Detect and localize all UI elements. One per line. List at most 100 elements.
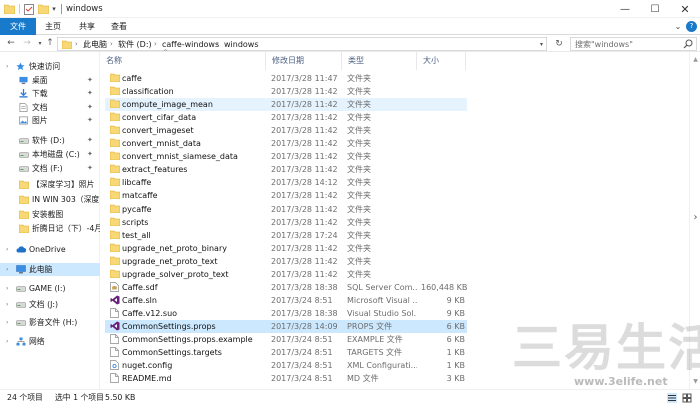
sidebar-item-10[interactable]: 安装截图 [0, 208, 100, 221]
file-row[interactable]: classification 2017/3/28 11:42 文件夹 [105, 85, 467, 98]
back-button[interactable]: ← [5, 37, 17, 50]
file-row[interactable]: convert_mnist_data 2017/3/28 11:42 文件夹 [105, 137, 467, 150]
sidebar-item-0[interactable]: › 快速访问 [0, 60, 100, 73]
search-input[interactable] [575, 38, 685, 50]
expand-arrow-icon[interactable]: › [6, 316, 8, 329]
file-row[interactable]: upgrade_net_proto_text 2017/3/28 11:42 文件夹 [105, 255, 467, 268]
close-button[interactable]: ✕ [670, 0, 700, 18]
tab-file[interactable]: 文件 [0, 18, 36, 35]
sidebar-item-14[interactable]: › GAME (I:) [0, 282, 100, 295]
sidebar-item-label: 折腾日记（下）-4月 [32, 224, 100, 233]
customize-toolbar-icon[interactable]: ▾ [50, 3, 58, 15]
scroll-down-icon[interactable]: ▼ [690, 376, 700, 387]
file-row[interactable]: nuget.config 2017/3/24 8:51 XML Configurat… [105, 359, 467, 372]
sidebar-item-9[interactable]: IN WIN 303（深度 [0, 193, 100, 206]
file-row[interactable]: compute_image_mean 2017/3/28 11:42 文件夹 [105, 98, 467, 111]
sidebar-item-17[interactable]: › 网络 [0, 335, 100, 348]
sidebar-item-4[interactable]: 图片 ✦ [0, 114, 100, 127]
sidebar-item-16[interactable]: › 影音文件 (H:) [0, 316, 100, 329]
pane-toggle-icon[interactable]: › [690, 212, 700, 223]
pin-icon[interactable]: ✦ [87, 87, 93, 100]
file-row[interactable]: pycaffe 2017/3/28 11:42 文件夹 [105, 203, 467, 216]
help-icon[interactable]: ? [686, 21, 697, 32]
breadcrumb-separator[interactable]: › [110, 38, 113, 51]
vertical-scrollbar[interactable]: ▲ › ▼ [689, 52, 700, 389]
sidebar-item-15[interactable]: › 文档 (J:) [0, 298, 100, 311]
file-row[interactable]: upgrade_net_proto_binary 2017/3/28 11:42 文… [105, 242, 467, 255]
sidebar-item-3[interactable]: 文档 ✦ [0, 101, 100, 114]
file-row[interactable]: Caffe.v12.suo 2017/3/28 18:38 Visual Studi… [105, 307, 467, 320]
sidebar-item-7[interactable]: 文档 (F:) ✦ [0, 162, 100, 175]
sidebar-item-6[interactable]: 本地磁盘 (C:) ✦ [0, 148, 100, 161]
file-row[interactable]: upgrade_solver_proto_text 2017/3/28 11:42… [105, 268, 467, 281]
breadcrumb-drive-d[interactable]: 软件 (D:) [118, 38, 152, 51]
tab-home[interactable]: 主页 [40, 18, 66, 35]
maximize-button[interactable]: ☐ [640, 0, 670, 18]
details-view-icon[interactable] [667, 393, 677, 403]
expand-arrow-icon[interactable]: › [6, 298, 8, 311]
search-box[interactable] [570, 37, 697, 51]
forward-button[interactable]: → [21, 37, 33, 50]
file-row[interactable]: CommonSettings.props 2017/3/28 14:09 PROPS… [105, 320, 467, 333]
expand-arrow-icon[interactable]: › [6, 60, 8, 73]
address-dropdown-icon[interactable]: ▾ [540, 38, 543, 51]
file-size: 3 KB [446, 374, 465, 383]
drive-icon [19, 150, 29, 159]
properties-icon[interactable] [24, 3, 34, 15]
file-row[interactable]: test_all 2017/3/28 17:24 文件夹 [105, 229, 467, 242]
file-row[interactable]: libcaffe 2017/3/28 14:12 文件夹 [105, 176, 467, 189]
breadcrumb-separator[interactable]: › [75, 38, 78, 51]
sidebar-item-2[interactable]: 下载 ✦ [0, 87, 100, 100]
expand-arrow-icon[interactable]: › [6, 282, 8, 295]
tab-view[interactable]: 查看 [106, 18, 132, 35]
column-type[interactable]: 类型 [343, 52, 417, 70]
breadcrumb-this-pc[interactable]: 此电脑 [83, 38, 107, 51]
column-size[interactable]: 大小 [418, 52, 466, 70]
file-row[interactable]: convert_imageset 2017/3/28 11:42 文件夹 [105, 124, 467, 137]
pin-icon[interactable]: ✦ [87, 162, 93, 175]
file-row[interactable]: convert_mnist_siamese_data 2017/3/28 11:4… [105, 150, 467, 163]
file-row[interactable]: Caffe.sdf 2017/3/28 18:38 SQL Server Com..… [105, 281, 467, 294]
expand-arrow-icon[interactable]: › [6, 263, 8, 276]
file-row[interactable]: scripts 2017/3/28 11:42 文件夹 [105, 216, 467, 229]
pin-icon[interactable]: ✦ [87, 114, 93, 127]
breadcrumb-caffe-windows[interactable]: caffe-windows [162, 38, 219, 51]
pin-icon[interactable]: ✦ [87, 148, 93, 161]
breadcrumb-separator[interactable]: › [216, 38, 219, 51]
refresh-button[interactable]: ↻ [552, 37, 566, 51]
file-row[interactable]: Caffe.sln 2017/3/24 8:51 Microsoft Visual … [105, 294, 467, 307]
sidebar-item-13[interactable]: › 此电脑 [0, 263, 100, 276]
up-button[interactable]: ↑ [44, 37, 56, 50]
search-icon[interactable] [683, 39, 693, 49]
sidebar-item-8[interactable]: 【深度学习】照片 [0, 178, 100, 191]
sidebar-item-5[interactable]: 软件 (D:) ✦ [0, 134, 100, 147]
file-row[interactable]: README.md 2017/3/24 8:51 MD 文件 3 KB [105, 372, 467, 385]
sidebar-item-label: 图片 [32, 116, 48, 125]
pin-icon[interactable]: ✦ [87, 74, 93, 87]
new-folder-icon[interactable] [38, 3, 49, 15]
sidebar-item-12[interactable]: › OneDrive [0, 243, 100, 256]
file-row[interactable]: CommonSettings.props.example 2017/3/24 8:… [105, 333, 467, 346]
scroll-up-icon[interactable]: ▲ [690, 54, 700, 65]
sidebar-item-11[interactable]: 折腾日记（下）-4月 [0, 222, 100, 235]
pin-icon[interactable]: ✦ [87, 101, 93, 114]
breadcrumb-separator[interactable]: › [154, 38, 157, 51]
tab-share[interactable]: 共享 [74, 18, 100, 35]
expand-arrow-icon[interactable]: › [6, 335, 8, 348]
file-row[interactable]: CommonSettings.targets 2017/3/24 8:51 TARG… [105, 346, 467, 359]
pin-icon[interactable]: ✦ [87, 134, 93, 147]
folder-icon [18, 180, 30, 190]
file-row[interactable]: caffe 2017/3/28 11:47 文件夹 [105, 72, 467, 85]
sidebar-item-1[interactable]: 桌面 ✦ [0, 74, 100, 87]
file-row[interactable]: convert_cifar_data 2017/3/28 11:42 文件夹 [105, 111, 467, 124]
minimize-button[interactable]: — [610, 0, 640, 18]
file-row[interactable]: matcaffe 2017/3/28 11:42 文件夹 [105, 189, 467, 202]
expand-arrow-icon[interactable]: › [6, 243, 8, 256]
column-name[interactable]: 名称 ^ [101, 49, 266, 70]
expand-ribbon-icon[interactable]: ⌄ [672, 18, 684, 35]
column-date[interactable]: 修改日期 [267, 52, 342, 70]
breadcrumb-windows[interactable]: windows [224, 38, 259, 51]
file-row[interactable]: extract_features 2017/3/28 11:42 文件夹 [105, 163, 467, 176]
large-icons-view-icon[interactable] [682, 393, 692, 403]
address-bar[interactable]: › 此电脑 › 软件 (D:) › caffe-windows › window… [57, 37, 547, 51]
